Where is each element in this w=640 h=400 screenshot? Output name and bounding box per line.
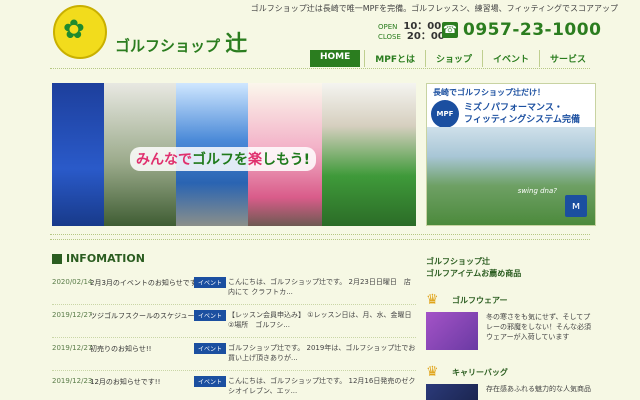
product-thumbnail[interactable]: [426, 384, 478, 400]
news-tag: イベント: [194, 376, 227, 387]
phone-contact[interactable]: ☎ 0957-23-1000: [442, 20, 601, 40]
mpf-badge-icon: MPF: [431, 100, 459, 128]
news-tag: イベント: [194, 277, 227, 288]
ad-swing-text: swing dna?: [517, 187, 557, 195]
open-time: 10：00: [403, 21, 442, 32]
hero-caption-3: を: [234, 152, 248, 168]
mizuno-logo-icon: ᴍ: [565, 195, 587, 217]
nav-shop[interactable]: ショップ: [425, 50, 482, 67]
header-divider: [50, 68, 590, 69]
main-nav: HOME MPFとは ショップ イベント サービス: [310, 50, 596, 67]
news-row[interactable]: 2019/12/23 12月のお知らせです!! イベント こんにちは、ゴルフショ…: [52, 371, 416, 400]
shop-logo[interactable]: ✿: [53, 5, 107, 59]
ad-line-2: フィッティングシステム完備: [464, 115, 581, 125]
sidebar-section-wear[interactable]: ♛ ゴルフウェアー 冬の寒さをも気にせず、そしてプレーの邪魔をしない！そんな必須…: [426, 292, 596, 352]
header-tagline: ゴルフショップ辻は長崎で唯一MPFを完備。ゴルフレッスン、練習場、フィッティング…: [250, 4, 618, 13]
crown-icon: ♛: [426, 364, 439, 380]
hero-caption-5: しもう!: [262, 152, 310, 168]
hero-photo-putting: [322, 83, 416, 226]
news-list: 2020/02/14 2月3月のイベントのお知らせです イベント こんにちは、ゴ…: [52, 272, 416, 400]
news-tag: イベント: [194, 310, 227, 321]
info-heading: INFOMATION: [52, 252, 145, 265]
section-divider: [50, 234, 590, 240]
close-label: CLOSE: [378, 33, 401, 41]
hero-photo-clubs: [52, 83, 104, 226]
sidebar-link-items[interactable]: ゴルフアイテムお薦め商品: [426, 268, 521, 280]
business-hours: OPEN 10：00 CLOSE 20：00: [378, 22, 445, 42]
product-thumbnail[interactable]: [426, 312, 478, 350]
news-tag: イベント: [194, 343, 227, 354]
mpf-ad-banner[interactable]: 長崎でゴルフショップ辻だけ！ MPF ミズノパフォーマンス・ フィッティングシス…: [426, 83, 596, 226]
brand-prefix: ゴルフショップ: [115, 37, 221, 55]
news-row[interactable]: 2019/12/27 初売りのお知らせ!! イベント ゴルフショップ辻です。 2…: [52, 338, 416, 371]
sidebar-links: ゴルフショップ辻 ゴルフアイテムお薦め商品: [426, 256, 521, 280]
nav-home[interactable]: HOME: [310, 50, 361, 67]
hero-caption-1: みんなで: [136, 152, 192, 168]
section-body: 冬の寒さをも気にせず、そしてプレーの邪魔をしない！そんな必須ウェアーが入荷してい…: [486, 313, 591, 341]
brand-main: 辻: [225, 32, 248, 57]
section-body: 存在感あふれる魅力的な人気商品: [486, 385, 591, 393]
phone-icon: ☎: [442, 22, 458, 38]
close-time: 20：00: [406, 31, 445, 42]
nav-service[interactable]: サービス: [539, 50, 596, 67]
sidebar-link-shop[interactable]: ゴルフショップ辻: [426, 256, 521, 268]
heading-square-icon: [52, 253, 62, 264]
news-row[interactable]: 2019/12/27 ツジゴルフスクールのスケジュール イベント 【レッスン会員…: [52, 305, 416, 338]
hero-caption-2: ゴルフ: [192, 152, 234, 168]
cactus-icon: ✿: [63, 15, 85, 45]
news-desc: こんにちは、ゴルフショップ辻です。 2月23日日曜日 店内にて クラフトカ...: [228, 278, 411, 296]
section-head: キャリーバッグ: [452, 368, 508, 377]
ad-title: 長崎でゴルフショップ辻だけ！: [433, 88, 545, 97]
crown-icon: ♛: [426, 292, 439, 308]
open-label: OPEN: [378, 23, 398, 31]
hero-caption-4: 楽: [248, 152, 262, 168]
news-desc: こんにちは、ゴルフショップ辻です。 12月16日発売のゼクシオイレブン、エッ..…: [228, 377, 416, 395]
hero-caption: みんなでゴルフを楽しもう!: [130, 147, 316, 171]
news-date: 2020/02/14: [52, 278, 93, 286]
info-heading-text: INFOMATION: [66, 252, 145, 265]
nav-event[interactable]: イベント: [482, 50, 539, 67]
news-date: 2019/12/23: [52, 377, 93, 385]
news-desc: 【レッスン会員申込み】 ①レッスン日は、月、水、金曜日 ②場所 ゴルフシ...: [228, 311, 412, 329]
ad-line-1: ミズノパフォーマンス・: [464, 103, 563, 113]
news-row[interactable]: 2020/02/14 2月3月のイベントのお知らせです イベント こんにちは、ゴ…: [52, 272, 416, 305]
nav-mpf[interactable]: MPFとは: [364, 50, 425, 67]
section-head: ゴルフウェアー: [452, 296, 508, 305]
sidebar-section-bag[interactable]: ♛ キャリーバッグ 存在感あふれる魅力的な人気商品: [426, 364, 596, 400]
news-desc: ゴルフショップ辻です。 2019年は、ゴルフショップ辻でお買い上げ頂きありが..…: [228, 344, 416, 362]
news-date: 2019/12/27: [52, 311, 93, 319]
brand-name[interactable]: ゴルフショップ 辻: [115, 26, 247, 58]
news-date: 2019/12/27: [52, 344, 93, 352]
phone-number[interactable]: 0957-23-1000: [463, 20, 601, 40]
